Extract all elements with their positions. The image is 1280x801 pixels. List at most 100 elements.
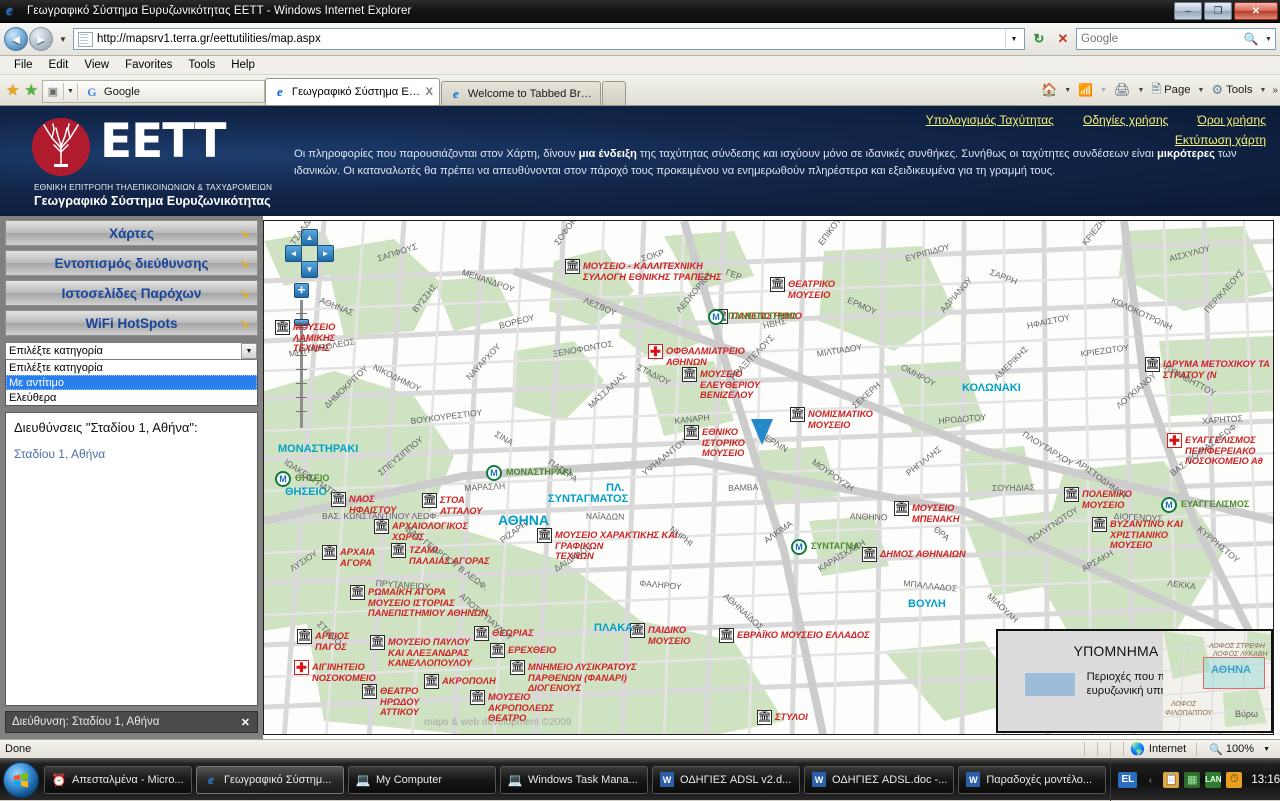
map-overview[interactable]: ΑΘΗΝΑ ΛΟΦΟΣ ΣΤΡΕΦΗ ΛΟΦΟΣ ΛΥΚΑΒΗ ΛΟΦΟΣ ΦΙ… (1163, 629, 1273, 733)
category-option-free[interactable]: Ελεύθερα (6, 390, 257, 405)
museum-icon[interactable]: 🏛 (510, 660, 525, 675)
taskbar-item-my-computer[interactable]: 💻 My Computer (348, 766, 496, 794)
sidebar-item-provider-sites[interactable]: Ιστοσελίδες Παρόχων ↘ (5, 280, 258, 306)
close-icon[interactable]: ✕ (241, 716, 250, 729)
search-icon[interactable]: 🔍 (1240, 32, 1262, 46)
hospital-icon[interactable]: ✚ (294, 660, 309, 675)
museum-icon[interactable]: 🏛 (422, 493, 437, 508)
quick-tabs-icon[interactable]: ▣ (43, 85, 63, 98)
museum-icon[interactable]: 🏛 (630, 623, 645, 638)
sidebar-item-maps[interactable]: Χάρτες ↘ (5, 220, 258, 246)
back-button[interactable]: ◄ (4, 27, 28, 51)
zoom-thumb[interactable] (294, 319, 309, 326)
taskbar-item-adsl-v2-doc[interactable]: W ΟΔΗΓΙΕΣ ADSL v2.d... (652, 766, 800, 794)
taskbar-item-outlook[interactable]: ⏰ Απεσταλμένα - Micro... (44, 766, 192, 794)
map-canvas[interactable]: maps & web development ©2009 ▲ ◄ ► ▼ ✛ (263, 220, 1274, 735)
search-provider-dropdown[interactable]: ▼ (1262, 36, 1275, 43)
add-to-favorites-icon[interactable]: ★ (24, 81, 37, 99)
museum-icon[interactable]: 🏛 (424, 674, 439, 689)
favorites-center-icon[interactable]: ★ (6, 81, 19, 99)
category-option-placeholder[interactable]: Επιλέξτε κατηγορία (6, 360, 257, 375)
museum-icon[interactable]: 🏛 (297, 629, 312, 644)
search-input[interactable] (1077, 30, 1240, 48)
network-grid-icon[interactable]: ▦ (1184, 772, 1200, 788)
museum-icon[interactable]: 🏛 (490, 643, 505, 658)
clipboard-icon[interactable]: 📋 (1163, 772, 1179, 788)
taskbar-item-adsl-doc[interactable]: W ΟΔΗΓΙΕΣ ADSL.doc -... (804, 766, 954, 794)
pan-right-button[interactable]: ► (317, 245, 334, 262)
security-zone[interactable]: 🌎 Internet (1130, 742, 1196, 756)
feeds-button[interactable]: 📶 (1075, 83, 1096, 97)
museum-icon[interactable]: 🏛 (391, 543, 406, 558)
address-result-item[interactable]: Σταδίου 1, Αθήνα (14, 447, 105, 461)
tools-menu-button[interactable]: ⚙ Tools (1208, 82, 1255, 98)
museum-icon[interactable]: 🏛 (770, 277, 785, 292)
tab-close-icon[interactable]: X (426, 86, 433, 98)
language-indicator[interactable]: EL (1118, 772, 1137, 788)
tab-list-dropdown-icon[interactable]: ▼ (64, 88, 77, 95)
print-button[interactable]: 🖨 (1111, 82, 1134, 98)
page-menu-button[interactable]: 🖹 Page (1148, 80, 1193, 101)
forward-button[interactable]: ► (29, 27, 53, 51)
tab-google[interactable]: G Google (78, 80, 263, 103)
museum-icon[interactable]: 🏛 (362, 684, 377, 699)
link-usage-instructions[interactable]: Οδηγίες χρήσης (1083, 113, 1168, 127)
museum-icon[interactable]: 🏛 (862, 547, 877, 562)
stop-button[interactable]: ✕ (1052, 28, 1074, 50)
zoom-in-button[interactable]: ✛ (294, 283, 309, 298)
metro-station-icon[interactable]: M (791, 539, 807, 555)
museum-icon[interactable]: 🏛 (370, 635, 385, 650)
menu-favorites[interactable]: Favorites (117, 58, 180, 72)
menu-help[interactable]: Help (223, 58, 263, 72)
metro-station-icon[interactable]: M (1161, 497, 1177, 513)
museum-icon[interactable]: 🏛 (537, 528, 552, 543)
museum-icon[interactable]: 🏛 (790, 407, 805, 422)
category-option-paid[interactable]: Με αντίτιμο (6, 375, 257, 390)
museum-icon[interactable]: 🏛 (719, 628, 734, 643)
museum-icon[interactable]: 🏛 (474, 626, 489, 641)
metro-station-icon[interactable]: M (708, 309, 724, 325)
new-tab-button[interactable] (602, 81, 626, 105)
museum-icon[interactable]: 🏛 (275, 320, 290, 335)
url-dropdown-button[interactable]: ▼ (1005, 30, 1022, 48)
lan-icon[interactable]: LAN (1205, 772, 1221, 788)
museum-icon[interactable]: 🏛 (322, 545, 337, 560)
home-dropdown-icon[interactable]: ▼ (1062, 87, 1073, 94)
category-select[interactable]: Επιλέξτε κατηγορία ▼ (5, 342, 258, 360)
museum-icon[interactable]: 🏛 (350, 585, 365, 600)
museum-icon[interactable]: 🏛 (682, 367, 697, 382)
museum-icon[interactable]: 🏛 (374, 519, 389, 534)
chevron-down-icon[interactable]: ▼ (241, 343, 257, 359)
hospital-icon[interactable]: ✚ (648, 344, 663, 359)
zoom-control[interactable]: 🔍 100% ▼ (1196, 743, 1280, 756)
link-print-map[interactable]: Εκτύπωση χάρτη (1175, 133, 1266, 147)
pan-left-button[interactable]: ◄ (285, 245, 302, 262)
tab-geographic-system[interactable]: e Γεωγραφικό Σύστημα Ευ... X (265, 78, 440, 105)
zoom-dropdown-icon[interactable]: ▼ (1257, 746, 1270, 753)
metro-station-icon[interactable]: M (486, 465, 502, 481)
start-button[interactable] (3, 762, 39, 798)
menu-tools[interactable]: Tools (180, 58, 223, 72)
maximize-button[interactable]: ❐ (1204, 2, 1232, 20)
url-input[interactable]: http://mapsrv1.terra.gr/eettutilities/ma… (73, 28, 1025, 50)
tools-dropdown-icon[interactable]: ▼ (1258, 87, 1269, 94)
print-dropdown-icon[interactable]: ▼ (1136, 87, 1147, 94)
tab-welcome-tabbed-browsing[interactable]: e Welcome to Tabbed Browsing (441, 81, 601, 105)
museum-icon[interactable]: 🏛 (565, 259, 580, 274)
link-speed-calculation[interactable]: Υπολογισμός Ταχύτητας (926, 113, 1054, 127)
museum-icon[interactable]: 🏛 (757, 710, 772, 725)
system-clock[interactable]: 13:16 (1247, 774, 1280, 786)
museum-icon[interactable]: 🏛 (331, 492, 346, 507)
museum-icon[interactable]: 🏛 (1064, 487, 1079, 502)
overflow-chevron-icon[interactable]: » (1270, 85, 1278, 96)
close-button[interactable]: ✕ (1234, 2, 1278, 20)
link-terms-of-use[interactable]: Όροι χρήσης (1198, 113, 1266, 127)
sidebar-item-wifi-hotspots[interactable]: WiFi HotSpots ↘ (5, 310, 258, 336)
menu-edit[interactable]: Edit (41, 58, 77, 72)
pan-down-button[interactable]: ▼ (301, 261, 318, 278)
menu-view[interactable]: View (76, 58, 117, 72)
pan-up-button[interactable]: ▲ (301, 229, 318, 246)
museum-icon[interactable]: 🏛 (1145, 357, 1160, 372)
history-dropdown-button[interactable]: ▼ (56, 35, 70, 44)
taskbar-item-geographic-system[interactable]: e Γεωγραφικό Σύστημ... (196, 766, 344, 794)
